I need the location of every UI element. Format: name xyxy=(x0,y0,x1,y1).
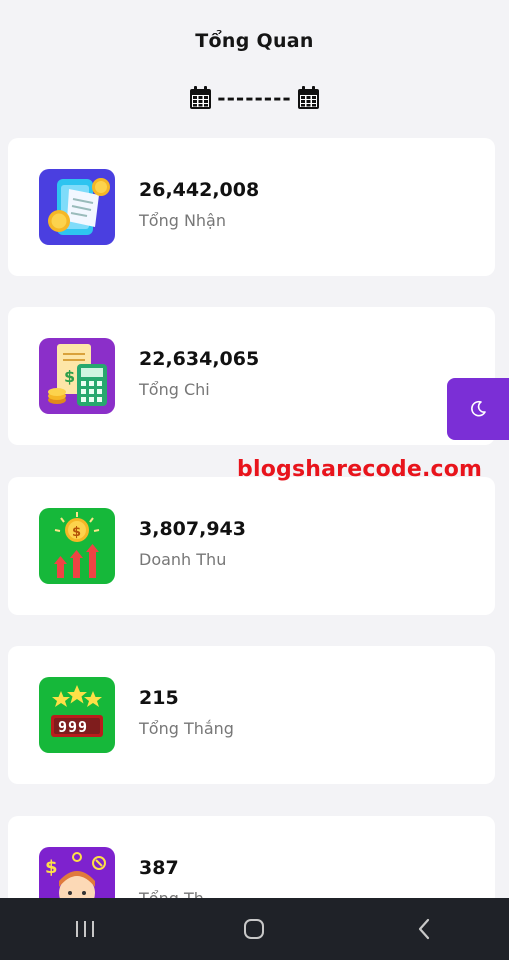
stat-value: 3,807,943 xyxy=(139,518,246,540)
home-button[interactable] xyxy=(224,899,284,959)
svg-text:$: $ xyxy=(72,525,81,540)
bill-calculator-icon: $ xyxy=(39,338,115,414)
theme-toggle-button[interactable] xyxy=(447,378,509,440)
recent-apps-icon xyxy=(75,921,94,937)
phone-receipt-coins-icon xyxy=(39,169,115,245)
stat-value: 215 xyxy=(139,687,179,709)
page-title: Tổng Quan xyxy=(195,30,314,52)
system-nav-bar xyxy=(0,898,509,960)
home-icon xyxy=(244,919,265,939)
date-range-picker[interactable]: -------- xyxy=(0,86,509,109)
stat-label: Tổng Thắng xyxy=(139,719,234,738)
jackpot-999-icon: 999 xyxy=(39,677,115,753)
revenue-coin-arrows-icon: $ xyxy=(39,508,115,584)
watermark: blogsharecode.com xyxy=(237,457,483,482)
date-range-text[interactable]: -------- xyxy=(217,88,291,108)
stat-value: 26,442,008 xyxy=(139,179,260,201)
stat-card-total-spent[interactable]: $ 22,634,065 Tổng Chi xyxy=(8,307,495,445)
svg-text:$: $ xyxy=(45,857,58,878)
stat-card-revenue[interactable]: $ 3,807,943 Doanh Thu xyxy=(8,477,495,615)
svg-text:$: $ xyxy=(64,367,75,386)
svg-text:999: 999 xyxy=(58,718,88,736)
calendar-icon[interactable] xyxy=(297,86,319,109)
stat-card-total-wins[interactable]: 999 215 Tổng Thắng xyxy=(8,646,495,784)
moon-icon xyxy=(471,400,486,417)
stat-value: 387 xyxy=(139,857,179,879)
stat-label: Tổng Nhận xyxy=(139,211,226,230)
calendar-icon[interactable] xyxy=(190,86,212,109)
stat-card-total-received[interactable]: 26,442,008 Tổng Nhận xyxy=(8,138,495,276)
back-icon xyxy=(419,918,430,940)
stat-value: 22,634,065 xyxy=(139,348,260,370)
stat-label: Tổng Chi xyxy=(139,380,210,399)
header: Tổng Quan -------- xyxy=(0,0,509,130)
recent-apps-button[interactable] xyxy=(55,899,115,959)
back-button[interactable] xyxy=(394,899,454,959)
stat-label: Doanh Thu xyxy=(139,550,227,569)
